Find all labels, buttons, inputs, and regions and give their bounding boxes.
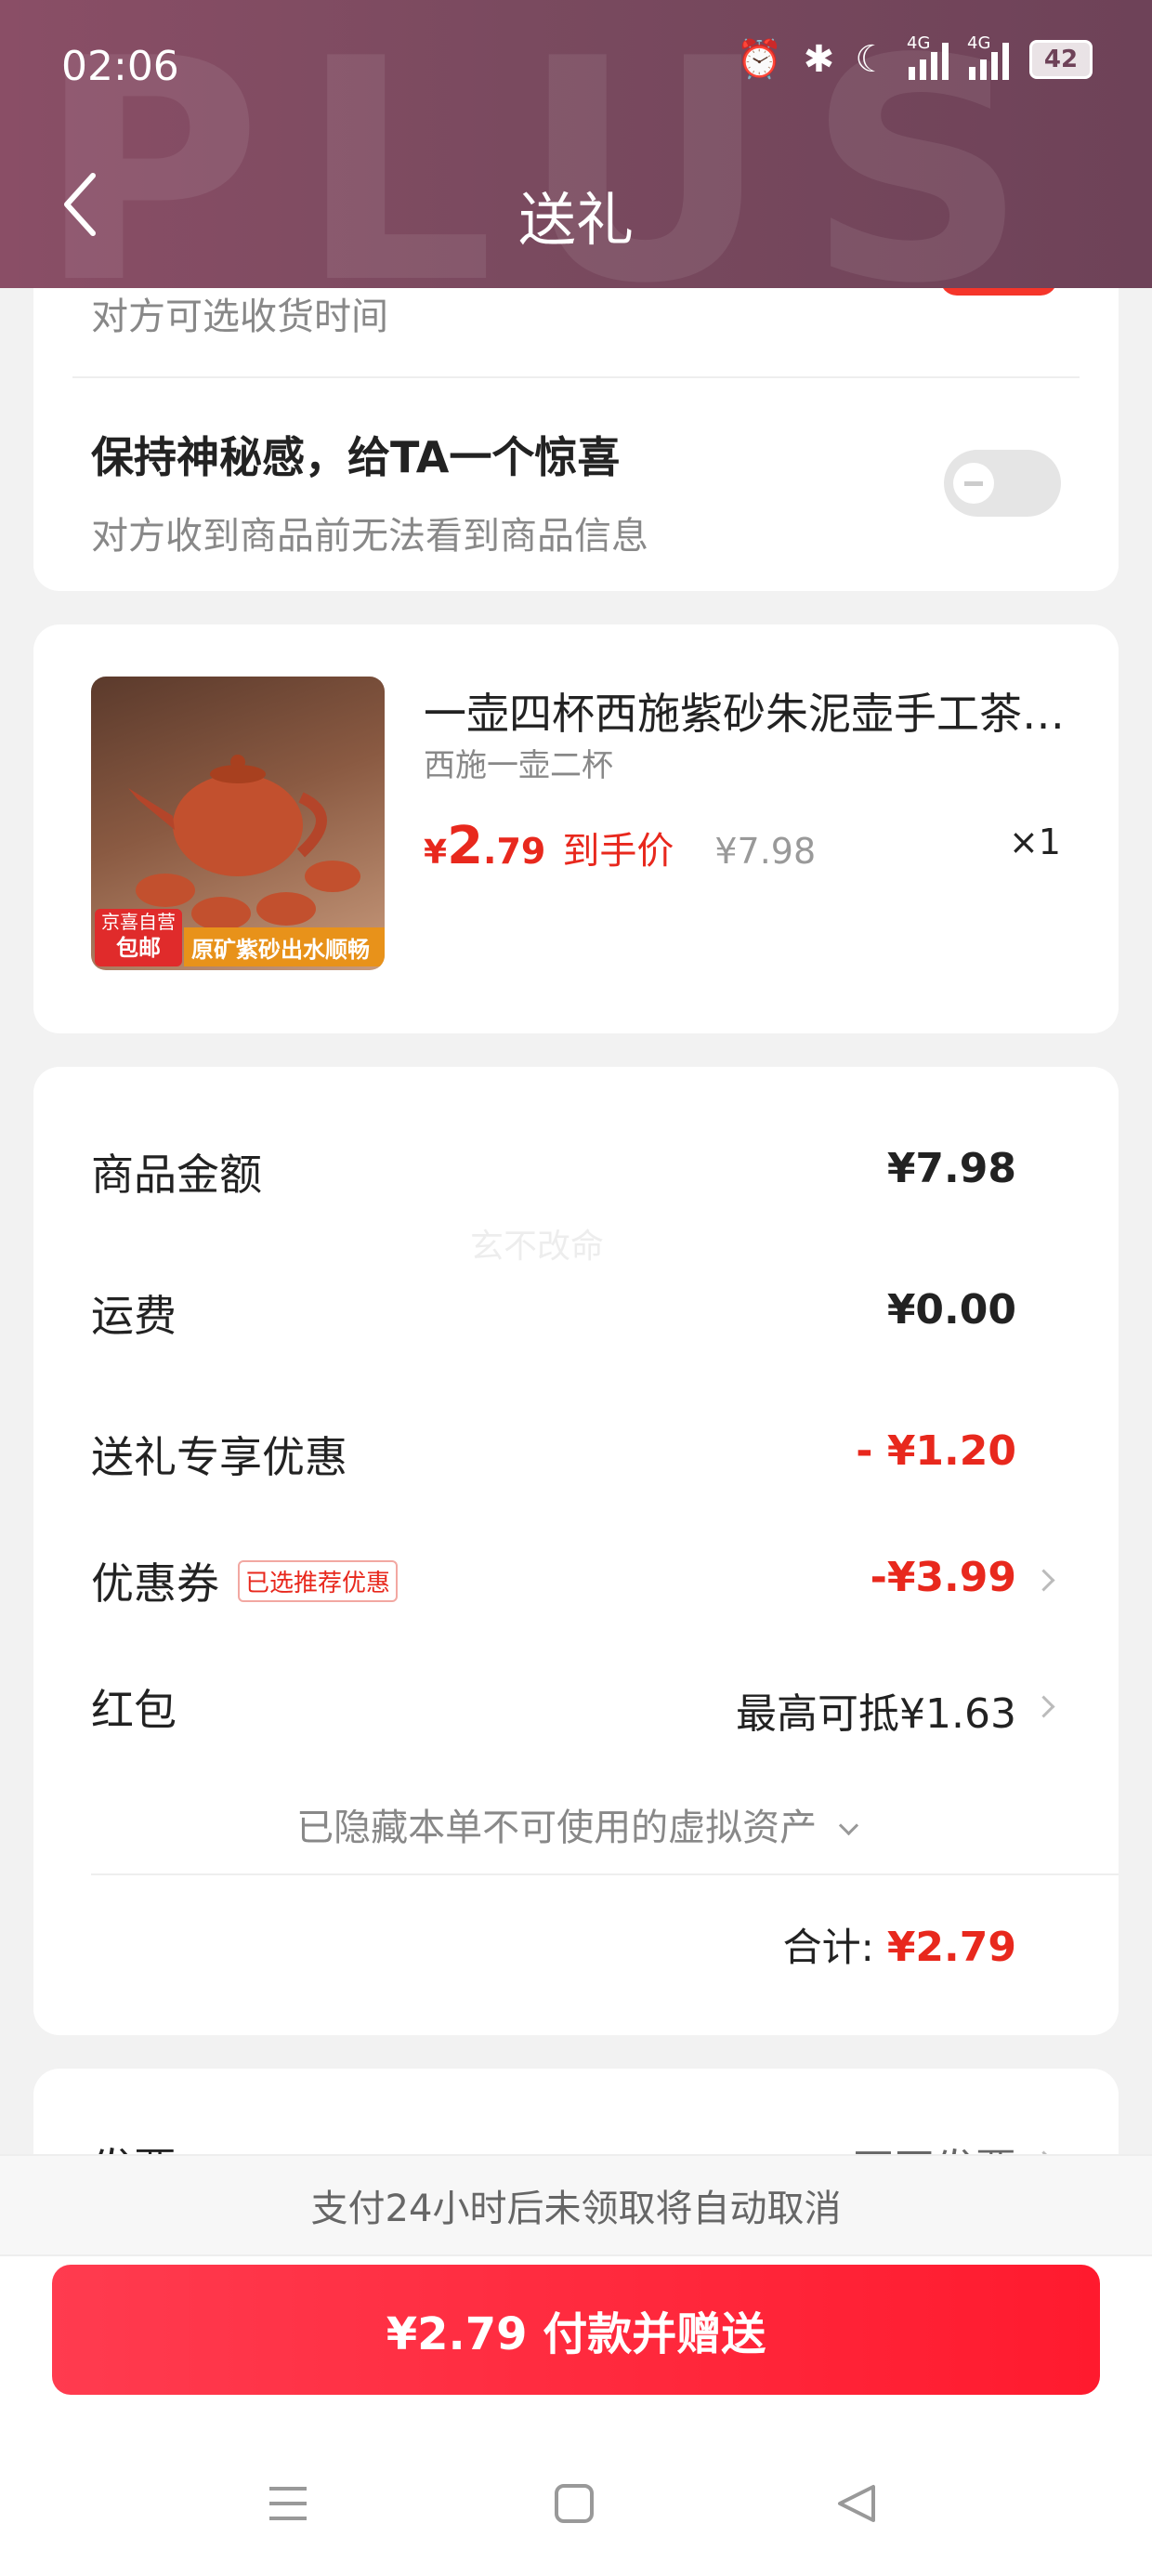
goods-amount-value: ¥7.98	[886, 1145, 1016, 1192]
original-price: ¥7.98	[714, 831, 817, 872]
status-icons: ⏰ ✱ ☾ 4G 4G 42	[736, 33, 1093, 81]
gift-discount-label: 送礼专享优惠	[91, 1432, 347, 1482]
alarm-icon: ⏰	[736, 38, 783, 81]
toggle-knob	[953, 463, 994, 504]
home-icon[interactable]	[552, 2481, 596, 2526]
payment-notice: 支付24小时后未领取将自动取消	[0, 2154, 1152, 2256]
total-label: 合计:	[782, 1925, 874, 1970]
shipping-value: ¥0.00	[886, 1286, 1016, 1334]
signal-icon: 4G	[967, 33, 1009, 80]
gift-discount-value: - ¥1.20	[856, 1427, 1016, 1475]
watermark-text: 玄不改命	[470, 1228, 605, 1266]
bluetooth-icon: ✱	[803, 37, 835, 81]
chevron-right-icon[interactable]	[1032, 1569, 1055, 1592]
mystery-toggle[interactable]	[944, 450, 1061, 517]
divider	[72, 376, 1080, 378]
price-tag: 到手价	[562, 830, 674, 873]
red-packet-label: 红包	[91, 1685, 177, 1735]
product-price: ¥ 2 .79 到手价 ¥7.98	[424, 816, 817, 876]
header: PLUS 02:06 ⏰ ✱ ☾ 4G 4G 42 送礼	[0, 0, 1152, 288]
product-card[interactable]: 京喜自营 包邮 原矿紫砂出水顺畅 一壶四杯西施紫砂朱泥壶手工茶… 西施一壶二杯 …	[33, 624, 1119, 1033]
divider	[91, 1873, 1119, 1875]
total-row: 合计: ¥2.79	[783, 1916, 1016, 1973]
chevron-right-icon[interactable]	[1032, 1695, 1055, 1718]
page-title: 送礼	[517, 186, 634, 254]
menu-icon[interactable]	[266, 2481, 310, 2526]
image-badge: 京喜自营 包邮	[95, 909, 182, 966]
coupon-tag: 已选推荐优惠	[238, 1559, 399, 1602]
price-summary-card: 商品金额 ¥7.98 玄不改命 运费 ¥0.00 送礼专享优惠 - ¥1.20 …	[33, 1067, 1119, 2035]
status-time: 02:06	[61, 43, 179, 90]
pay-and-gift-button[interactable]: ¥2.79 付款并赠送	[52, 2265, 1100, 2395]
coupon-label: 优惠券	[91, 1558, 219, 1609]
image-banner: 原矿紫砂出水顺畅	[184, 927, 385, 966]
red-packet-value[interactable]: 最高可抵¥1.63	[736, 1680, 1016, 1740]
coupon-value[interactable]: -¥3.99	[871, 1554, 1016, 1601]
moon-icon: ☾	[855, 37, 888, 81]
product-spec: 西施一壶二杯	[424, 747, 613, 784]
mystery-title: 保持神秘感，给TA一个惊喜	[91, 432, 621, 482]
chevron-down-icon	[838, 1815, 858, 1836]
product-quantity: ×1	[1008, 821, 1061, 862]
back-nav-icon[interactable]	[834, 2481, 879, 2526]
coupon-row[interactable]: 优惠券 已选推荐优惠	[91, 1550, 399, 1611]
status-bar: 02:06 ⏰ ✱ ☾ 4G 4G 42	[0, 0, 1152, 130]
product-image[interactable]: 京喜自营 包邮 原矿紫砂出水顺畅	[91, 677, 385, 970]
goods-amount-label: 商品金额	[91, 1150, 262, 1200]
battery-icon: 42	[1029, 39, 1093, 79]
delivery-time-subtitle: 对方可选收货时间	[91, 296, 388, 338]
signal-icon: 4G	[907, 33, 949, 80]
shipping-label: 运费	[91, 1291, 177, 1341]
product-name: 一壶四杯西施紫砂朱泥壶手工茶…	[424, 689, 1065, 739]
hidden-assets-toggle[interactable]: 已隐藏本单不可使用的虚拟资产	[33, 1797, 1119, 1851]
mystery-subtitle: 对方收到商品前无法看到商品信息	[91, 515, 648, 558]
total-value: ¥2.79	[886, 1924, 1016, 1971]
